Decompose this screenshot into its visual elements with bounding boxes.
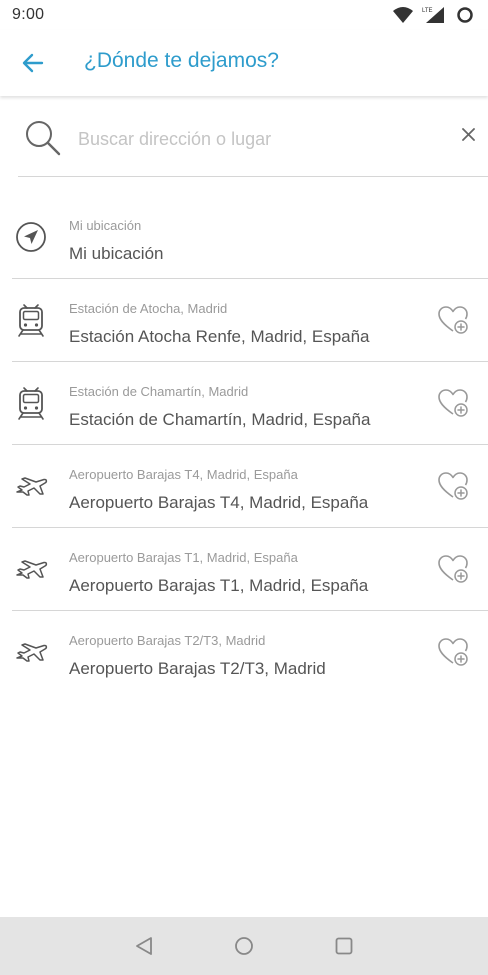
list-item-title: Aeropuerto Barajas T4, Madrid, España [69, 493, 369, 512]
page-title: ¿Dónde te dejamos? [84, 49, 279, 72]
clear-search-button[interactable] [454, 120, 484, 150]
back-triangle-icon[interactable] [132, 934, 156, 958]
app-bar: ¿Dónde te dejamos? [0, 30, 488, 96]
list-item-subtitle: Aeropuerto Barajas T4, Madrid, España [69, 467, 298, 482]
list-item-barajas-t4[interactable]: Aeropuerto Barajas T4, Madrid, España Ae… [12, 445, 488, 528]
screen: 9:00 LTE ¿Dónde te dejamos? Buscar direc… [0, 0, 488, 975]
list-item-title: Estación de Chamartín, Madrid, España [69, 410, 371, 429]
train-icon [18, 387, 44, 420]
add-favorite-heart-icon[interactable] [436, 386, 470, 420]
close-icon [462, 128, 475, 141]
search-icon [26, 121, 61, 156]
lte-signal-icon: LTE [422, 7, 444, 23]
add-favorite-heart-icon[interactable] [436, 552, 470, 586]
list-item-my-location[interactable]: Mi ubicación Mi ubicación [12, 196, 488, 279]
add-favorite-heart-icon[interactable] [436, 469, 470, 503]
list-item-barajas-t2-t3[interactable]: Aeropuerto Barajas T2/T3, Madrid Aeropue… [12, 611, 488, 693]
system-nav-bar [0, 917, 488, 975]
list-item-subtitle: Aeropuerto Barajas T1, Madrid, España [69, 550, 298, 565]
list-item-title: Mi ubicación [69, 244, 164, 263]
svg-text:LTE: LTE [422, 8, 433, 14]
list-item-subtitle: Estación de Atocha, Madrid [69, 301, 228, 316]
wifi-icon [393, 7, 413, 23]
list-item-title: Aeropuerto Barajas T1, Madrid, España [69, 576, 369, 595]
list-item-barajas-t1[interactable]: Aeropuerto Barajas T1, Madrid, España Ae… [12, 528, 488, 611]
search-bar [18, 102, 488, 177]
home-circle-icon[interactable] [232, 934, 256, 958]
airplane-icon [16, 643, 48, 662]
places-list: Mi ubicación Mi ubicación Estación de At… [0, 196, 488, 693]
back-button[interactable] [10, 39, 58, 87]
recents-square-icon[interactable] [332, 934, 356, 958]
status-time: 9:00 [12, 6, 45, 23]
add-favorite-heart-icon[interactable] [436, 635, 470, 669]
list-item-chamartin[interactable]: Estación de Chamartín, Madrid Estación d… [12, 362, 488, 445]
list-item-subtitle: Estación de Chamartín, Madrid [69, 384, 249, 399]
list-item-subtitle: Aeropuerto Barajas T2/T3, Madrid [69, 633, 266, 648]
add-favorite-heart-icon[interactable] [436, 303, 470, 337]
navigation-arrow-icon [16, 222, 46, 252]
search-input[interactable] [76, 120, 430, 158]
list-item-title: Estación Atocha Renfe, Madrid, España [69, 327, 370, 346]
airplane-icon [16, 477, 48, 496]
back-arrow-icon [22, 53, 44, 73]
battery-circle-icon [457, 7, 473, 23]
list-item-atocha[interactable]: Estación de Atocha, Madrid Estación Atoc… [12, 279, 488, 362]
list-item-title: Aeropuerto Barajas T2/T3, Madrid [69, 659, 326, 678]
list-item-subtitle: Mi ubicación [69, 218, 142, 233]
train-icon [18, 304, 44, 337]
status-bar: 9:00 LTE [0, 0, 488, 30]
airplane-icon [16, 560, 48, 579]
